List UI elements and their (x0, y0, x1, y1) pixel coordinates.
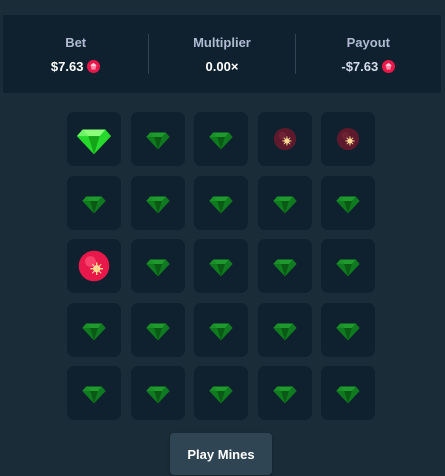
gem-icon (145, 317, 171, 343)
mines-grid (67, 112, 375, 420)
tile-r2-c1[interactable] (67, 175, 121, 230)
multiplier-label: Multiplier (193, 34, 251, 50)
mine-icon (76, 248, 112, 284)
tile-r3-c5[interactable] (321, 239, 375, 293)
tile-r1-c2[interactable] (130, 112, 185, 166)
payout-label: Payout (346, 34, 390, 50)
bet-stat: Bet $7.63 (3, 15, 148, 93)
payout-value: -$7.63 (341, 58, 379, 74)
gem-icon (208, 126, 234, 152)
multiplier-value: 0.00× (205, 58, 239, 74)
tile-r1-c4[interactable] (257, 112, 312, 166)
gem-icon (208, 190, 234, 216)
multiplier-stat: Multiplier 0.00× (149, 15, 294, 93)
gem-icon (272, 317, 298, 343)
tile-r2-c5[interactable] (321, 175, 375, 230)
tile-r2-c3[interactable] (194, 175, 248, 230)
tile-r4-c4[interactable] (257, 302, 312, 357)
tile-r4-c2[interactable] (130, 302, 185, 357)
gem-icon (272, 380, 298, 406)
gem-icon (335, 317, 361, 343)
gem-icon (145, 190, 171, 216)
gem-icon (145, 126, 171, 152)
ruby-coin-icon (382, 59, 396, 73)
tile-r3-c2[interactable] (130, 239, 185, 293)
gem-icon (335, 380, 361, 406)
top-strip (0, 0, 445, 10)
tile-r5-c2[interactable] (130, 366, 185, 420)
bet-label: Bet (65, 34, 87, 50)
tile-r2-c4[interactable] (257, 175, 312, 230)
gem-icon (81, 190, 107, 216)
gem-icon (208, 380, 234, 406)
gem-icon (208, 253, 234, 279)
bet-value: $7.63 (50, 58, 84, 74)
gem-icon (145, 253, 171, 279)
stats-bar: Bet $7.63 Multiplier 0.00× Payout -$7.63 (3, 15, 441, 93)
gem-icon (335, 253, 361, 279)
tile-r4-c3[interactable] (194, 302, 248, 357)
tile-r3-c4[interactable] (257, 239, 312, 293)
gem-icon (75, 120, 113, 158)
mine-icon (272, 126, 298, 152)
play-mines-button[interactable]: Play Mines (170, 433, 272, 475)
gem-icon (208, 317, 234, 343)
tile-r1-c5[interactable] (321, 112, 375, 166)
mine-icon (335, 126, 361, 152)
gem-icon (81, 380, 107, 406)
gem-icon (145, 380, 171, 406)
gem-icon (272, 253, 298, 279)
gem-icon (272, 190, 298, 216)
tile-r1-c3[interactable] (194, 112, 248, 166)
ruby-coin-icon (87, 59, 101, 73)
gem-icon (81, 317, 107, 343)
tile-r5-c5[interactable] (321, 366, 375, 420)
bet-value-row: $7.63 (51, 59, 101, 74)
tile-r4-c1[interactable] (67, 302, 121, 357)
tile-r2-c2[interactable] (130, 175, 185, 230)
tile-r3-c1[interactable] (67, 239, 121, 293)
gem-icon (335, 190, 361, 216)
tile-r5-c1[interactable] (67, 366, 121, 420)
payout-value-row: -$7.63 (341, 58, 396, 74)
multiplier-value-row: 0.00× (206, 59, 239, 74)
tile-r3-c3[interactable] (194, 239, 248, 293)
tile-r5-c4[interactable] (257, 366, 312, 420)
tile-r5-c3[interactable] (194, 366, 248, 420)
tile-r1-c1[interactable] (67, 112, 121, 166)
payout-stat: Payout -$7.63 (296, 15, 441, 93)
tile-r4-c5[interactable] (321, 302, 375, 357)
mines-game: Bet $7.63 Multiplier 0.00× Payout -$7.63… (0, 0, 445, 476)
